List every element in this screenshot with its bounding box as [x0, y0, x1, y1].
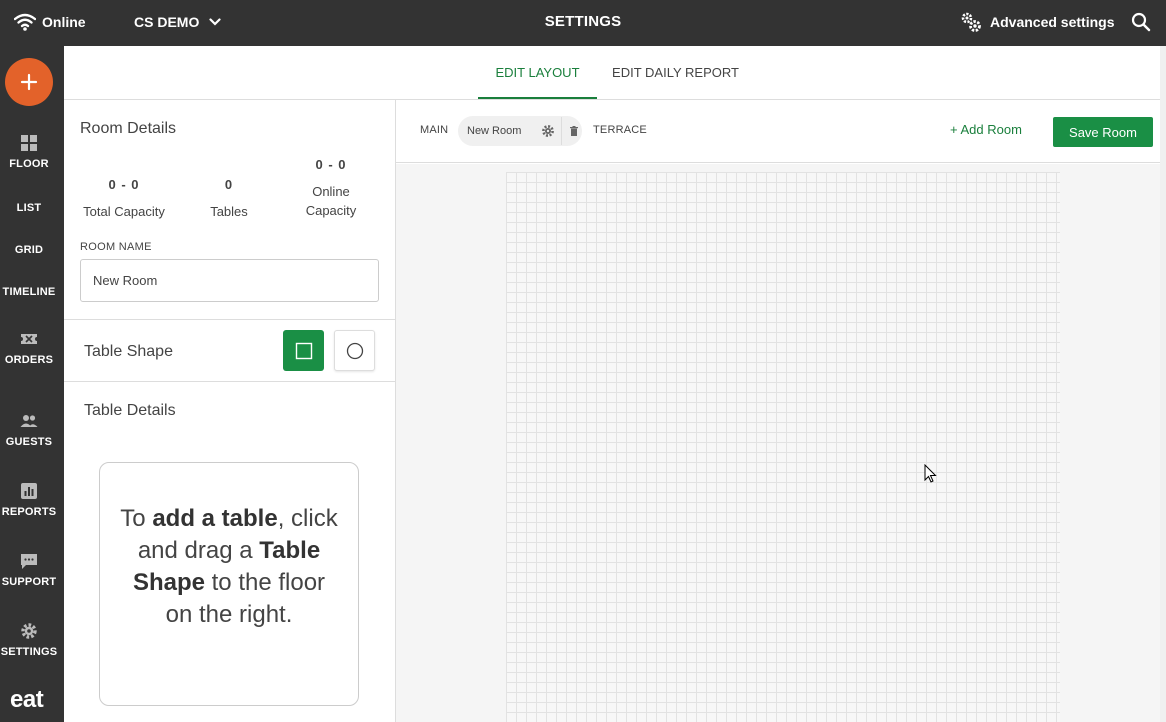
tables-label: Tables [210, 204, 248, 219]
brand-logo: eat [10, 686, 44, 713]
room-tab-main[interactable]: MAIN [420, 124, 448, 136]
bar-chart-icon [21, 483, 37, 499]
page-scrollbar[interactable] [1160, 46, 1166, 722]
sidebar-item-label: SETTINGS [0, 646, 58, 658]
sidebar-item-label: ORDERS [4, 354, 54, 366]
connection-status[interactable]: Online [14, 11, 86, 33]
room-name-label: ROOM NAME [80, 241, 152, 253]
table-shape-label: Table Shape [84, 343, 173, 360]
chevron-down-icon [209, 18, 221, 26]
trash-icon[interactable] [568, 125, 580, 137]
plus-icon [20, 73, 38, 91]
sidebar-item-label: REPORTS [1, 506, 57, 518]
chat-icon [21, 554, 37, 569]
room-details-title: Room Details [80, 120, 177, 137]
add-table-hint: To add a table, click and drag a Table S… [99, 462, 359, 706]
people-icon [20, 415, 38, 427]
sidebar-item-label: GRID [14, 244, 44, 256]
floor-grid[interactable] [506, 172, 1060, 722]
add-button[interactable] [5, 58, 53, 106]
advanced-settings-label: Advanced settings [990, 14, 1115, 30]
square-shape-button[interactable] [283, 330, 324, 371]
venue-selector[interactable]: CS DEMO [134, 11, 221, 33]
venue-name: CS DEMO [134, 14, 200, 30]
online-capacity-label: Online Capacity [305, 184, 357, 218]
room-tab-terrace[interactable]: TERRACE [593, 124, 647, 136]
sidebar-item-floor[interactable]: FLOOR [0, 134, 58, 170]
sidebar-item-timeline[interactable]: TIMELINE [0, 286, 58, 298]
tables-value: 0 [224, 177, 234, 192]
gear-icon[interactable] [541, 124, 555, 138]
circle-shape-button[interactable] [334, 330, 375, 371]
top-bar: Online CS DEMO SETTINGS Advanced setting… [0, 0, 1166, 46]
connection-status-label: Online [42, 14, 86, 30]
sidebar: FLOOR LIST GRID TIMELINE ORDERS GUESTS R… [0, 46, 64, 722]
divider [64, 381, 395, 382]
sidebar-item-support[interactable]: SUPPORT [0, 552, 58, 588]
sidebar-item-settings[interactable]: SETTINGS [0, 622, 58, 658]
hint-bold-text: add a table [152, 505, 278, 532]
room-tab-current: New Room [458, 116, 582, 146]
wifi-icon [14, 13, 36, 31]
online-capacity-stat: 0 - 0 Online Capacity [291, 157, 371, 220]
room-details-panel: Room Details 0 - 0 Total Capacity 0 Tabl… [64, 100, 396, 722]
square-icon [295, 342, 312, 359]
floor-icon [21, 135, 37, 151]
room-name-input[interactable] [80, 259, 379, 302]
sidebar-item-label: GUESTS [5, 436, 53, 448]
total-capacity-label: Total Capacity [83, 204, 165, 219]
tables-stat: 0 Tables [189, 177, 269, 221]
sidebar-item-reports[interactable]: REPORTS [0, 482, 58, 518]
circle-icon [346, 342, 363, 359]
table-details-title: Table Details [84, 402, 176, 419]
gears-icon [961, 12, 981, 32]
online-capacity-value: 0 - 0 [315, 157, 347, 172]
divider [64, 319, 395, 320]
floor-canvas [396, 164, 1160, 722]
sidebar-item-label: TIMELINE [2, 286, 56, 298]
mouse-cursor-icon [924, 464, 937, 483]
layout-tabs: EDIT LAYOUT EDIT DAILY REPORT [64, 46, 1160, 100]
add-room-button[interactable]: + Add Room [950, 122, 1022, 137]
advanced-settings-button[interactable]: Advanced settings [960, 10, 1114, 34]
total-capacity-value: 0 - 0 [108, 177, 140, 192]
sidebar-item-guests[interactable]: GUESTS [0, 412, 58, 448]
sidebar-item-orders[interactable]: ORDERS [0, 330, 58, 366]
sidebar-item-label: FLOOR [9, 158, 49, 170]
gear-icon [21, 623, 37, 639]
ticket-icon [21, 334, 37, 344]
room-tab-new-room[interactable]: New Room [467, 125, 541, 137]
divider [561, 117, 562, 145]
search-icon[interactable] [1130, 11, 1152, 33]
sidebar-item-label: SUPPORT [1, 576, 57, 588]
sidebar-item-label: LIST [16, 202, 42, 214]
save-room-button[interactable]: Save Room [1053, 117, 1153, 147]
hint-text: To [120, 505, 153, 532]
tab-edit-daily-report[interactable]: EDIT DAILY REPORT [606, 46, 745, 99]
room-bar: MAIN New Room TERRACE + Add Room Save Ro… [396, 100, 1160, 163]
sidebar-item-grid[interactable]: GRID [0, 244, 58, 256]
sidebar-item-list[interactable]: LIST [0, 202, 58, 214]
tab-edit-layout[interactable]: EDIT LAYOUT [478, 46, 597, 99]
total-capacity-stat: 0 - 0 Total Capacity [74, 177, 174, 221]
